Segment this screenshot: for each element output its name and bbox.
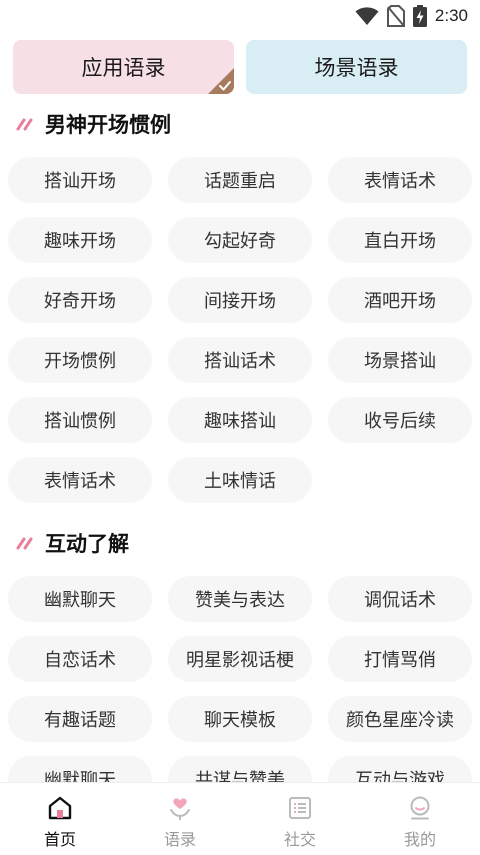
chip-item[interactable]: 有趣话题 xyxy=(8,696,152,742)
chip-item[interactable]: 酒吧开场 xyxy=(328,277,472,323)
nav-home-label: 首页 xyxy=(43,830,76,849)
profile-icon xyxy=(410,796,430,820)
chip-item[interactable]: 开场惯例 xyxy=(8,337,152,383)
nav-profile[interactable]: 我的 xyxy=(360,783,480,855)
section-title-text: 互动了解 xyxy=(45,532,129,556)
home-icon xyxy=(48,796,72,820)
nav-profile-label: 我的 xyxy=(403,830,436,849)
chip-item[interactable]: 好奇开场 xyxy=(8,277,152,323)
nav-social-label: 社交 xyxy=(283,830,316,849)
chip-item[interactable]: 话题重启 xyxy=(168,157,312,203)
section-mark-icon xyxy=(16,537,33,550)
chip-item[interactable]: 表情话术 xyxy=(328,157,472,203)
nav-home[interactable]: 首页 xyxy=(0,783,120,855)
chip-item[interactable]: 直白开场 xyxy=(328,217,472,263)
chip-item[interactable]: 收号后续 xyxy=(328,397,472,443)
section-title-opening: 男神开场惯例 xyxy=(16,109,171,139)
chip-item[interactable]: 聊天模板 xyxy=(168,696,312,742)
section-title-text: 男神开场惯例 xyxy=(45,113,171,137)
chip-item[interactable]: 趣味搭讪 xyxy=(168,397,312,443)
status-time: 2:30 xyxy=(434,6,468,25)
status-bar: 2:30 xyxy=(0,0,480,34)
chip-item[interactable]: 搭讪话术 xyxy=(168,337,312,383)
tab-app-quotes-label: 应用语录 xyxy=(81,56,166,80)
chip-item[interactable]: 间接开场 xyxy=(168,277,312,323)
chip-item[interactable]: 赞美与表达 xyxy=(168,576,312,622)
chip-item[interactable]: 搭讪开场 xyxy=(8,157,152,203)
chip-item[interactable]: 明星影视话梗 xyxy=(168,636,312,682)
selected-check-icon xyxy=(208,68,234,94)
chip-item[interactable]: 趣味开场 xyxy=(8,217,152,263)
chip-item[interactable]: 幽默聊天 xyxy=(8,576,152,622)
tab-scene-quotes-label: 场景语录 xyxy=(314,56,399,80)
top-tabs: 应用语录 场景语录 xyxy=(13,40,467,94)
status-icons: 2:30 xyxy=(355,4,468,28)
tab-app-quotes[interactable]: 应用语录 xyxy=(13,40,234,94)
chip-item[interactable]: 搭讪惯例 xyxy=(8,397,152,443)
list-icon xyxy=(289,797,311,819)
section-mark-icon xyxy=(16,118,33,131)
tab-scene-quotes[interactable]: 场景语录 xyxy=(246,40,467,94)
chip-item[interactable]: 土味情话 xyxy=(168,457,312,503)
chip-item[interactable]: 调侃话术 xyxy=(328,576,472,622)
wifi-icon xyxy=(355,7,379,25)
chip-item[interactable]: 场景搭讪 xyxy=(328,337,472,383)
chip-item[interactable]: 勾起好奇 xyxy=(168,217,312,263)
battery-charging-icon xyxy=(412,5,427,27)
section-title-interaction: 互动了解 xyxy=(16,528,129,558)
chip-item[interactable]: 打情骂俏 xyxy=(328,636,472,682)
chip-item[interactable]: 表情话术 xyxy=(8,457,152,503)
bottom-nav: 首页 语录 社交 我的 xyxy=(0,782,480,855)
chip-item[interactable]: 自恋话术 xyxy=(8,636,152,682)
nav-quotes[interactable]: 语录 xyxy=(120,783,240,855)
no-sim-icon xyxy=(386,5,405,27)
heart-hand-icon xyxy=(170,798,190,820)
nav-quotes-label: 语录 xyxy=(163,830,196,849)
nav-social[interactable]: 社交 xyxy=(240,783,360,855)
chip-item[interactable]: 颜色星座冷读 xyxy=(328,696,472,742)
